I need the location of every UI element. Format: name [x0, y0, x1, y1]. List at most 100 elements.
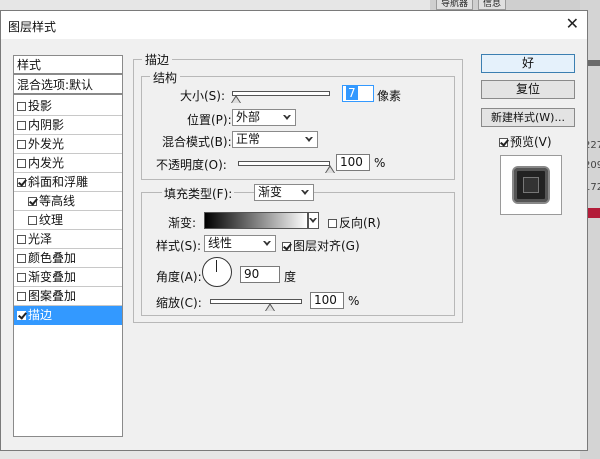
style-item-inner-shadow[interactable]: 内阴影 [14, 116, 122, 135]
title-bar[interactable]: 图层样式 ✕ [1, 11, 587, 39]
ok-button[interactable]: 好 [481, 54, 575, 73]
opacity-slider-thumb[interactable] [325, 165, 335, 173]
gradient-label: 渐变: [168, 216, 197, 230]
structure-group: 结构 大小(S): 7 像素 位置(P): 外部 混合模式(B): 正常 不透明… [141, 69, 455, 180]
style-item-label: 内阴影 [28, 118, 65, 132]
size-input[interactable]: 7 [342, 85, 374, 102]
new-style-button[interactable]: 新建样式(W)... [481, 108, 575, 127]
chevron-down-icon [301, 189, 309, 195]
opacity-slider[interactable] [238, 161, 335, 173]
checkbox-icon[interactable] [17, 235, 26, 244]
size-slider[interactable] [231, 91, 330, 103]
preview-swatch-inner [523, 177, 539, 193]
checkbox-icon[interactable] [17, 140, 26, 149]
angle-input[interactable]: 90 [240, 266, 280, 283]
blend-mode-label: 混合模式(B): [162, 135, 232, 149]
style-item-satin[interactable]: 光泽 [14, 230, 122, 249]
scale-unit: % [348, 294, 360, 308]
style-item-gradient-overlay[interactable]: 渐变叠加 [14, 268, 122, 287]
style-item-outer-glow[interactable]: 外发光 [14, 135, 122, 154]
fill-type-group: 填充类型(F): 渐变 渐变: 反向(R) 样式(S): 线性 图层对齐(G) … [141, 184, 455, 316]
chevron-down-icon [309, 217, 317, 223]
blend-options-item[interactable]: 混合选项:默认 [14, 76, 122, 95]
align-layer-checkbox[interactable]: 图层对齐(G) [282, 237, 360, 254]
gradient-preview[interactable] [204, 212, 308, 229]
position-label: 位置(P): [187, 113, 232, 127]
stroke-group: 描边 结构 大小(S): 7 像素 位置(P): 外部 混合模式(B): 正常 … [133, 51, 463, 323]
style-item-pattern-overlay[interactable]: 图案叠加 [14, 287, 122, 306]
reset-button[interactable]: 复位 [481, 80, 575, 99]
close-icon[interactable]: ✕ [566, 16, 579, 32]
checkbox-checked-icon[interactable] [17, 178, 26, 187]
size-value: 7 [346, 86, 358, 100]
styles-header[interactable]: 样式 [14, 56, 122, 75]
fill-type-label: 填充类型(F): [162, 185, 235, 202]
checkbox-checked-icon[interactable] [28, 197, 37, 206]
preview-label: 预览(V) [510, 135, 552, 149]
preview-swatch [514, 168, 548, 202]
checkbox-icon[interactable] [17, 273, 26, 282]
blend-mode-select[interactable]: 正常 [232, 131, 318, 148]
checkbox-icon[interactable] [17, 102, 26, 111]
opacity-label: 不透明度(O): [156, 158, 227, 172]
angle-dial-needle [216, 260, 217, 272]
style-item-drop-shadow[interactable]: 投影 [14, 97, 122, 116]
checkbox-icon[interactable] [17, 159, 26, 168]
style-item-label: 渐变叠加 [28, 270, 77, 284]
style-item-label: 光泽 [28, 232, 53, 246]
dialog-title: 图层样式 [8, 20, 57, 34]
style-item-label: 外发光 [28, 137, 65, 151]
style-label: 样式(S): [156, 239, 202, 253]
stroke-group-title: 描边 [142, 51, 173, 68]
style-item-label: 投影 [28, 99, 53, 113]
style-item-color-overlay[interactable]: 颜色叠加 [14, 249, 122, 268]
style-item-inner-glow[interactable]: 内发光 [14, 154, 122, 173]
style-select[interactable]: 线性 [204, 235, 276, 252]
style-value: 线性 [208, 236, 233, 250]
navigator-tab[interactable]: 导航器 [436, 0, 474, 10]
fill-type-select[interactable]: 渐变 [254, 184, 314, 201]
style-item-label: 颜色叠加 [28, 251, 77, 265]
position-select[interactable]: 外部 [232, 109, 296, 126]
preview-checkbox[interactable]: 预览(V) [499, 133, 552, 150]
scale-slider[interactable] [210, 299, 302, 311]
blend-mode-value: 正常 [236, 132, 261, 146]
style-item-texture[interactable]: 纹理 [14, 211, 122, 230]
align-layer-label: 图层对齐(G) [293, 239, 360, 253]
reverse-checkbox[interactable]: 反向(R) [328, 214, 381, 231]
scale-label: 缩放(C): [156, 296, 202, 310]
angle-unit: 度 [284, 270, 297, 284]
fill-type-value: 渐变 [258, 185, 283, 199]
size-slider-thumb[interactable] [231, 95, 241, 103]
chevron-down-icon [305, 136, 313, 142]
structure-group-title: 结构 [150, 69, 181, 86]
checkbox-icon[interactable] [17, 292, 26, 301]
gradient-dropdown-button[interactable] [308, 212, 319, 229]
style-item-label: 描边 [28, 308, 53, 322]
checkbox-checked-icon[interactable] [499, 138, 508, 147]
checkbox-checked-icon[interactable] [17, 311, 26, 320]
layer-style-dialog: 图层样式 ✕ 样式 混合选项:默认 投影 内阴影 外发光 内发光 斜面和浮雕 等… [0, 10, 588, 451]
chevron-down-icon [263, 240, 271, 246]
opacity-input[interactable]: 100 [336, 154, 370, 171]
opacity-unit: % [374, 156, 386, 170]
size-unit: 像素 [377, 89, 402, 103]
style-item-label: 斜面和浮雕 [28, 175, 89, 189]
checkbox-icon[interactable] [17, 254, 26, 263]
style-item-label: 等高线 [39, 194, 76, 208]
background-panel-strip: 导航器 信息 [430, 0, 600, 10]
checkbox-icon[interactable] [28, 216, 37, 225]
checkbox-icon[interactable] [17, 121, 26, 130]
checkbox-icon[interactable] [328, 219, 337, 228]
angle-label: 角度(A): [156, 270, 202, 284]
style-item-bevel-emboss[interactable]: 斜面和浮雕 [14, 173, 122, 192]
style-item-contour[interactable]: 等高线 [14, 192, 122, 211]
style-item-stroke[interactable]: 描边 [14, 306, 122, 325]
checkbox-checked-icon[interactable] [282, 242, 291, 251]
angle-dial[interactable] [202, 257, 232, 287]
scale-input[interactable]: 100 [310, 292, 344, 309]
position-value: 外部 [236, 110, 261, 124]
style-preview-thumbnail [500, 155, 562, 215]
scale-slider-thumb[interactable] [265, 303, 275, 311]
info-tab[interactable]: 信息 [478, 0, 507, 10]
